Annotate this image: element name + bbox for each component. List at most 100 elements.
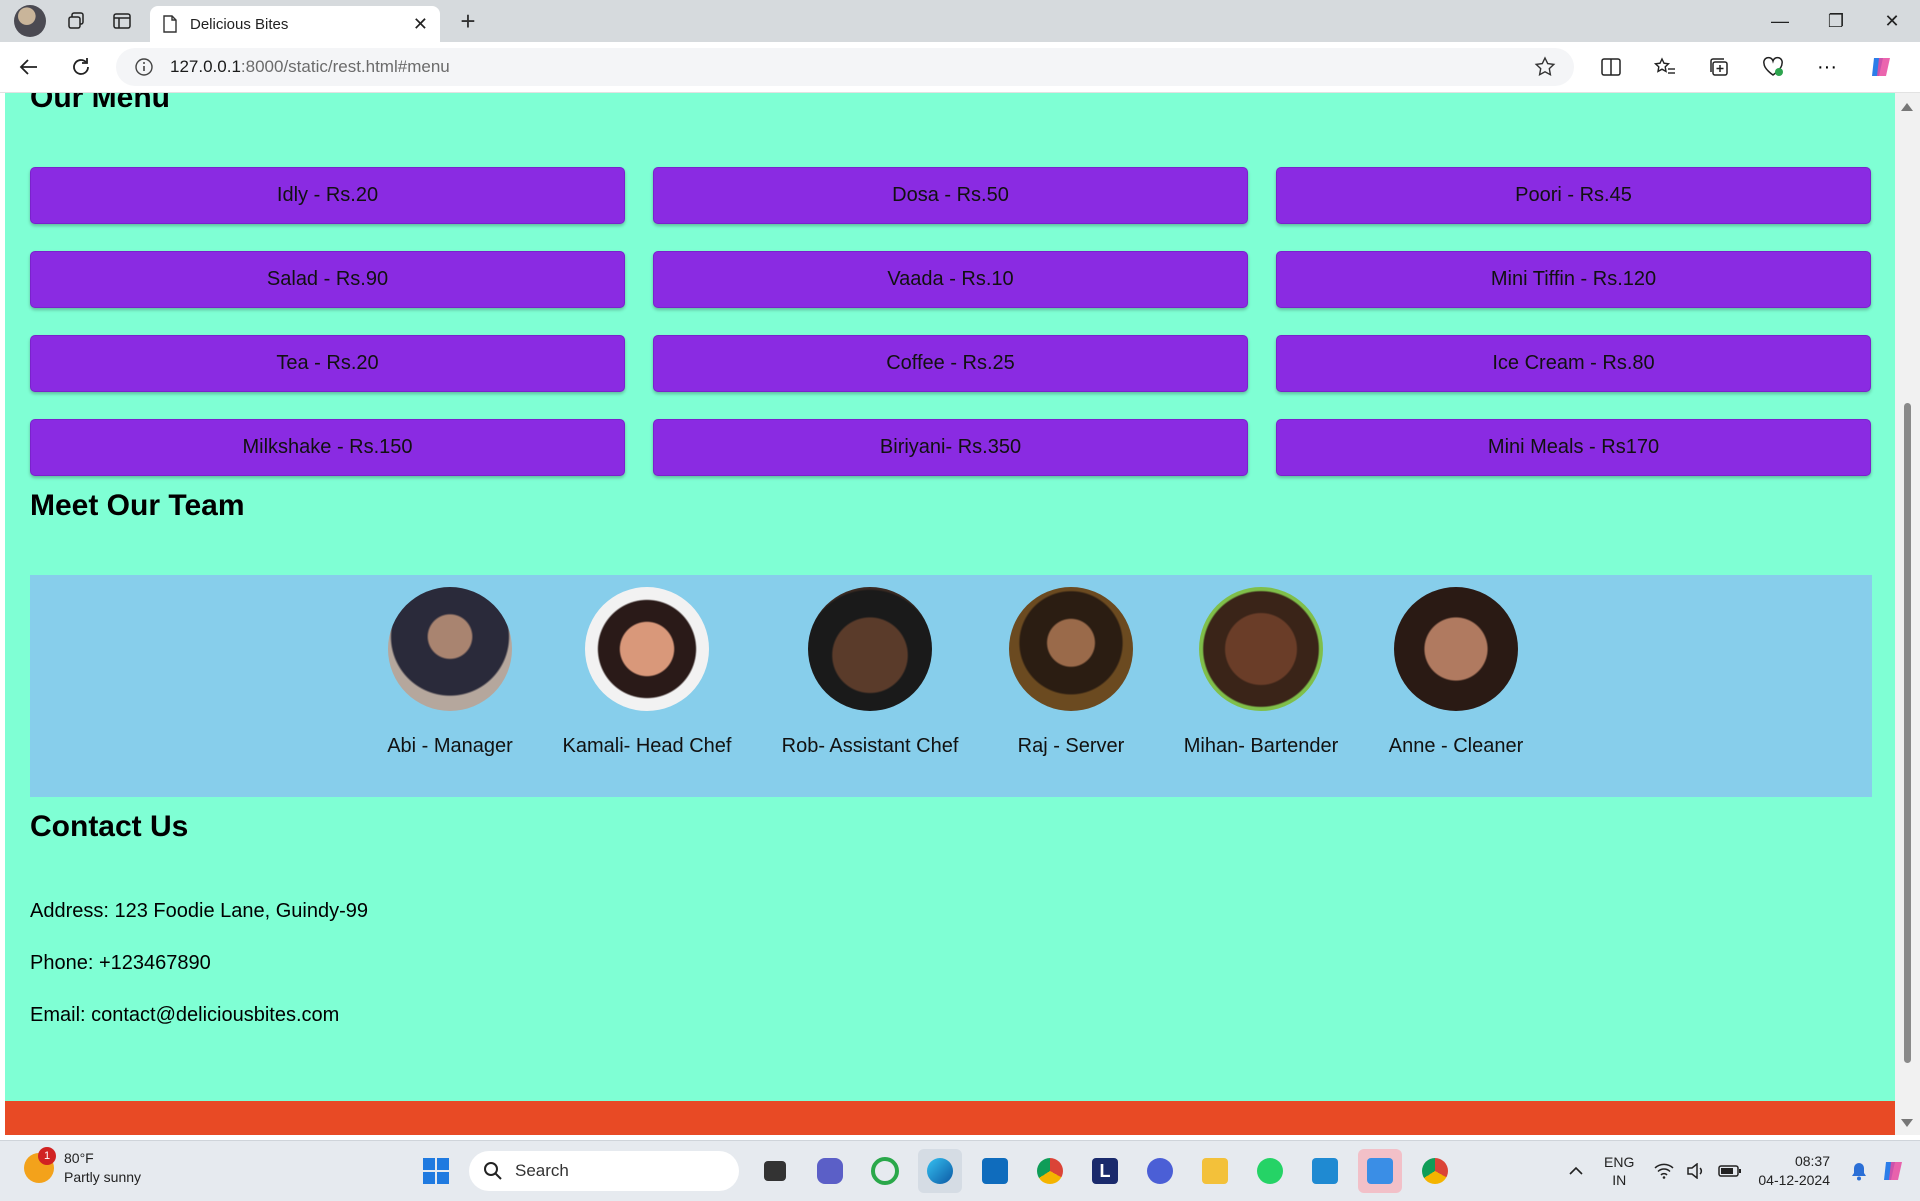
chrome-icon[interactable]	[1028, 1149, 1072, 1193]
member-photo	[1394, 587, 1518, 711]
page-scrollbar[interactable]	[1895, 93, 1920, 1135]
clock[interactable]: 08:37 04-12-2024	[1758, 1152, 1830, 1190]
team-member: Abi - Manager	[350, 587, 550, 758]
restore-button[interactable]: ❐	[1808, 0, 1864, 42]
system-tray: ENG IN 08:37 04-12-2024	[1562, 1141, 1920, 1201]
battery-icon[interactable]	[1718, 1164, 1742, 1178]
menu-item[interactable]: Idly - Rs.20	[30, 167, 625, 224]
team-member: Mihan- Bartender	[1161, 587, 1361, 758]
clock-time: 08:37	[1794, 1153, 1830, 1169]
menu-item[interactable]: Mini Meals - Rs170	[1276, 419, 1871, 476]
search-icon	[484, 1162, 502, 1180]
vertical-tabs-icon[interactable]	[102, 4, 142, 38]
menu-item[interactable]: Salad - Rs.90	[30, 251, 625, 308]
member-photo	[585, 587, 709, 711]
menu-item[interactable]: Dosa - Rs.50	[653, 167, 1248, 224]
site-info-icon[interactable]	[134, 57, 154, 77]
scroll-down-arrow[interactable]	[1901, 1119, 1913, 1127]
file-explorer-icon[interactable]	[1193, 1149, 1237, 1193]
menu-item[interactable]: Mini Tiffin - Rs.120	[1276, 251, 1871, 308]
new-tab-button[interactable]: +	[450, 6, 486, 37]
weather-badge: 1	[38, 1147, 56, 1165]
language-indicator[interactable]: ENG IN	[1604, 1153, 1634, 1189]
menu-item[interactable]: Milkshake - Rs.150	[30, 419, 625, 476]
notification-bell-icon[interactable]	[1850, 1161, 1868, 1181]
member-role: Abi - Manager	[387, 735, 513, 757]
tab-title: Delicious Bites	[190, 15, 289, 33]
show-hidden-icons[interactable]	[1568, 1166, 1584, 1176]
minimize-button[interactable]: —	[1752, 0, 1808, 42]
team-heading: Meet Our Team	[30, 489, 245, 522]
team-member: Raj - Server	[971, 587, 1171, 758]
contact-phone: Phone: +123467890	[30, 952, 211, 974]
url-field[interactable]: 127.0.0.1:8000/static/rest.html#menu	[116, 48, 1574, 86]
member-photo	[388, 587, 512, 711]
team-member: Anne - Cleaner	[1356, 587, 1556, 758]
page-viewport: Our Menu Idly - Rs.20 Dosa - Rs.50 Poori…	[5, 93, 1895, 1135]
menu-item[interactable]: Coffee - Rs.25	[653, 335, 1248, 392]
team-member: Kamali- Head Chef	[547, 587, 747, 758]
contact-address: Address: 123 Foodie Lane, Guindy-99	[30, 900, 368, 922]
taskbar: 1 80°F Partly sunny Search L ENG IN 08:3…	[0, 1140, 1920, 1201]
browser-tab-bar: Delicious Bites ✕ + — ❐ ✕	[0, 0, 1920, 42]
search-label: Search	[515, 1161, 569, 1180]
split-screen-icon[interactable]	[1584, 47, 1638, 87]
copilot-app-icon[interactable]	[1138, 1149, 1182, 1193]
start-button[interactable]	[414, 1149, 458, 1193]
sync-app-icon[interactable]	[863, 1149, 907, 1193]
menu-grid: Idly - Rs.20 Dosa - Rs.50 Poori - Rs.45 …	[30, 167, 1872, 476]
paint-icon[interactable]	[1358, 1149, 1402, 1193]
member-role: Kamali- Head Chef	[562, 735, 732, 757]
task-view-icon[interactable]	[753, 1149, 797, 1193]
team-container: Abi - Manager Kamali- Head Chef Rob- Ass…	[30, 575, 1872, 797]
weather-widget[interactable]: 1 80°F Partly sunny	[24, 1147, 142, 1187]
footer-bar	[5, 1101, 1895, 1135]
lang-line2: IN	[1612, 1172, 1627, 1188]
menu-item[interactable]: Biriyani- Rs.350	[653, 419, 1248, 476]
favorites-icon[interactable]	[1638, 47, 1692, 87]
contact-email: Email: contact@deliciousbites.com	[30, 1004, 340, 1026]
weather-desc: Partly sunny	[64, 1169, 142, 1185]
member-role: Anne - Cleaner	[1388, 735, 1524, 757]
vscode-icon[interactable]	[1303, 1149, 1347, 1193]
browser-essentials-icon[interactable]	[1746, 47, 1800, 87]
favorite-star-icon[interactable]	[1534, 56, 1556, 78]
menu-item[interactable]: Poori - Rs.45	[1276, 167, 1871, 224]
wifi-icon[interactable]	[1654, 1163, 1674, 1179]
whatsapp-icon[interactable]	[1248, 1149, 1292, 1193]
page-icon	[163, 15, 177, 33]
taskbar-search[interactable]: Search	[469, 1151, 739, 1191]
clock-date: 04-12-2024	[1758, 1172, 1830, 1188]
workspaces-icon[interactable]	[56, 4, 96, 38]
tab-delicious-bites[interactable]: Delicious Bites ✕	[150, 6, 440, 42]
member-role: Raj - Server	[1017, 735, 1125, 757]
close-window-button[interactable]: ✕	[1864, 0, 1920, 42]
member-photo	[808, 587, 932, 711]
url-host: 127.0.0.1	[170, 57, 241, 76]
profile-avatar[interactable]	[10, 4, 50, 38]
collections-icon[interactable]	[1692, 47, 1746, 87]
contact-heading: Contact Us	[30, 810, 189, 843]
menu-item[interactable]: Ice Cream - Rs.80	[1276, 335, 1871, 392]
scroll-up-arrow[interactable]	[1901, 103, 1913, 111]
store-icon[interactable]	[973, 1149, 1017, 1193]
weather-temp: 80°F	[64, 1150, 94, 1166]
copilot-icon[interactable]	[1854, 47, 1908, 87]
teams-icon[interactable]	[808, 1149, 852, 1193]
volume-icon[interactable]	[1686, 1163, 1706, 1179]
menu-item[interactable]: Tea - Rs.20	[30, 335, 625, 392]
copilot-tray-icon[interactable]	[1880, 1158, 1906, 1184]
refresh-icon[interactable]	[58, 47, 104, 87]
scroll-thumb[interactable]	[1904, 403, 1911, 1063]
chrome-icon-2[interactable]	[1413, 1149, 1457, 1193]
url-path: :8000/static/rest.html#menu	[240, 57, 450, 76]
menu-item[interactable]: Vaada - Rs.10	[653, 251, 1248, 308]
more-options-icon[interactable]: ···	[1800, 47, 1854, 87]
l-app-icon[interactable]: L	[1083, 1149, 1127, 1193]
team-member: Rob- Assistant Chef	[770, 587, 970, 758]
edge-icon[interactable]	[918, 1149, 962, 1193]
back-icon[interactable]	[6, 47, 52, 87]
lang-line1: ENG	[1604, 1154, 1635, 1170]
close-tab-icon[interactable]: ✕	[413, 14, 428, 35]
address-bar-row: 127.0.0.1:8000/static/rest.html#menu ···	[0, 42, 1920, 93]
